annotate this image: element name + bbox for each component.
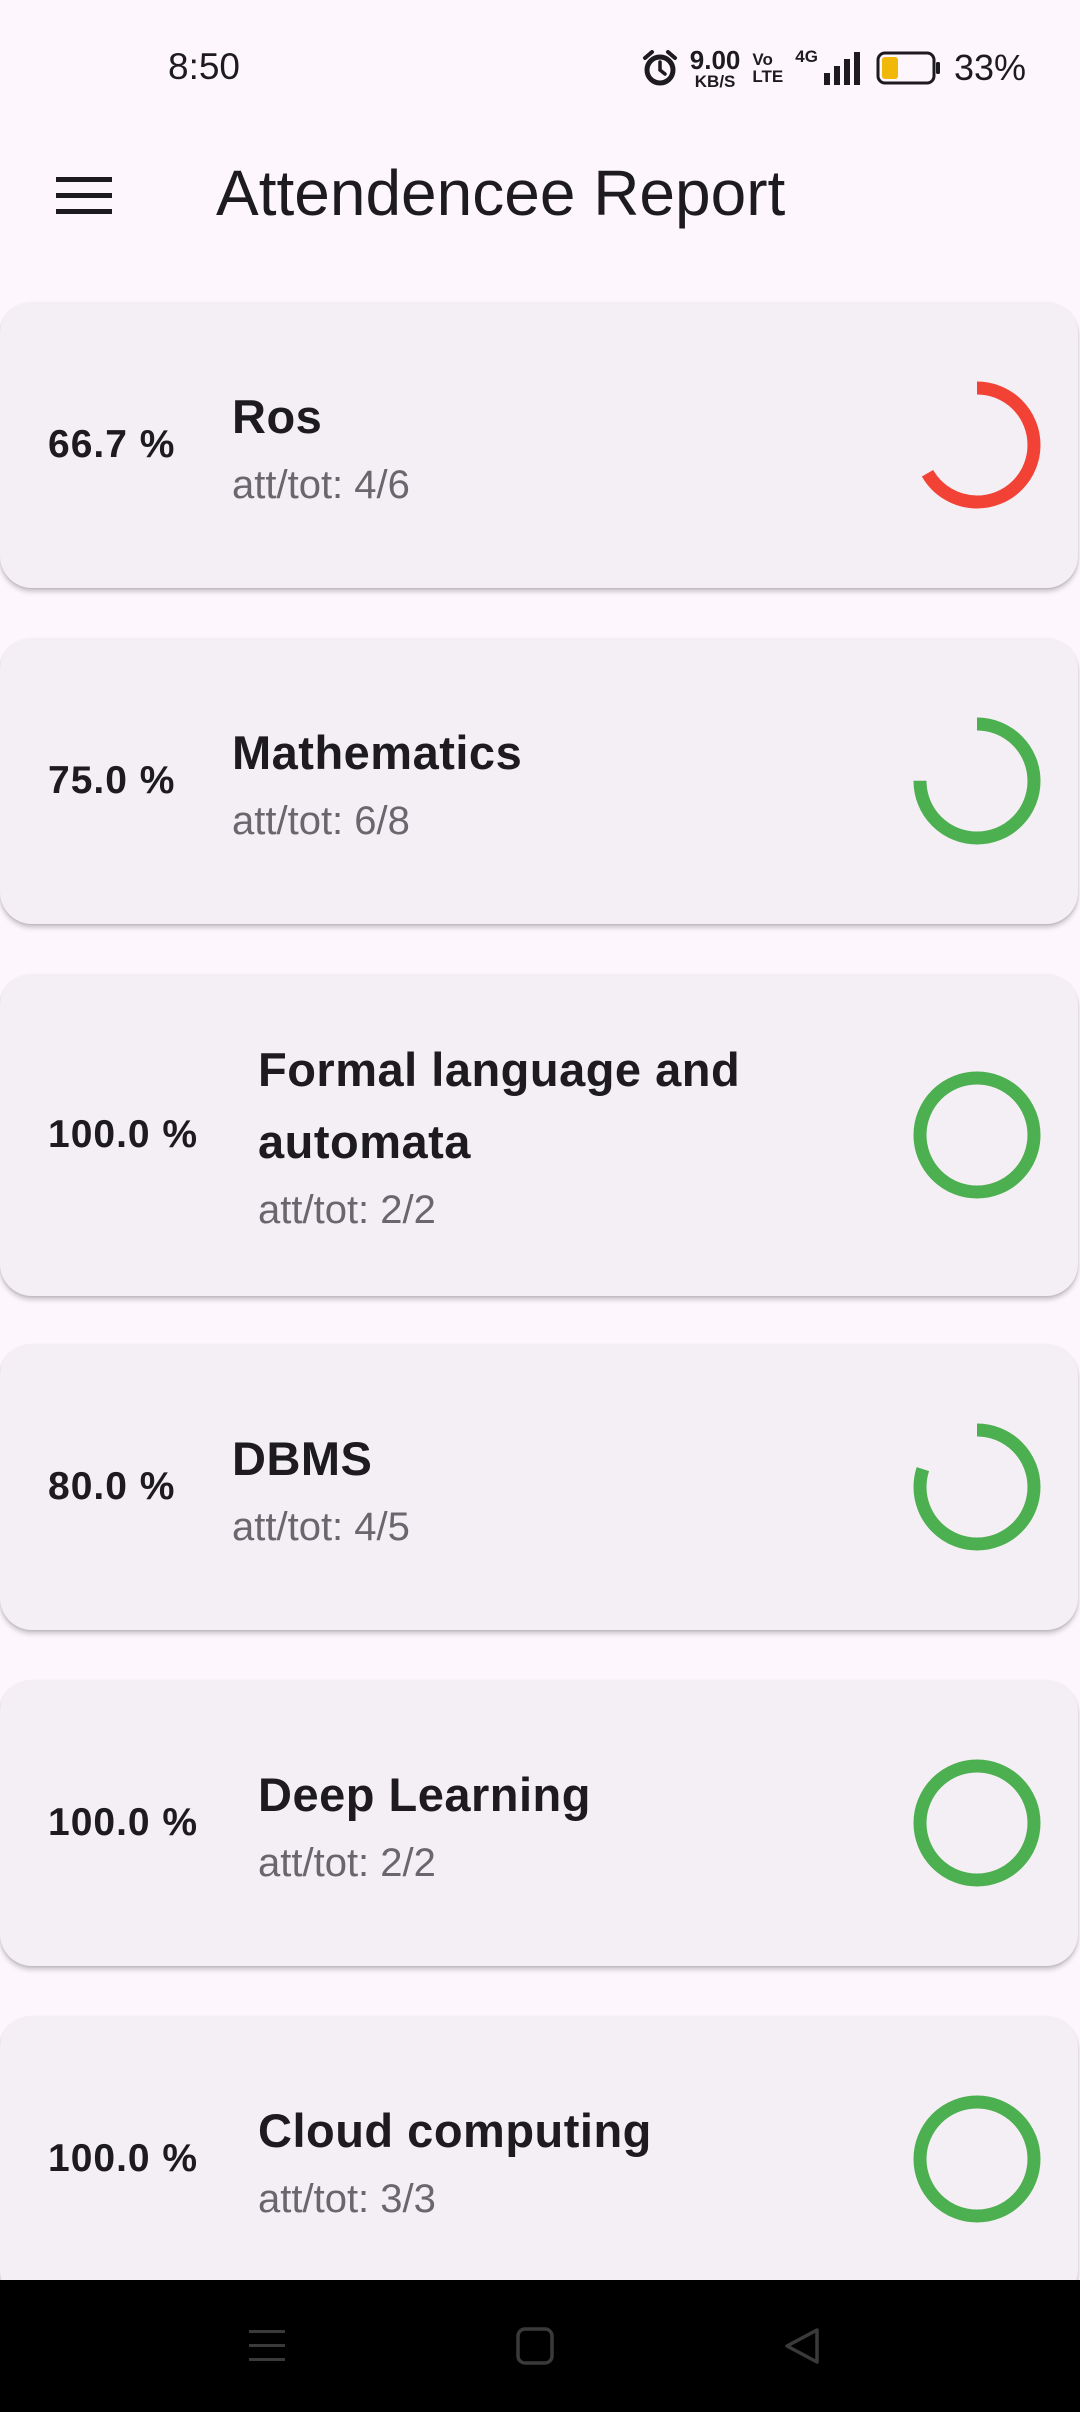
subject-name: Cloud computing — [258, 2104, 652, 2157]
attendance-percent: 100.0 % — [48, 1113, 199, 1156]
recents-button[interactable] — [217, 2310, 317, 2382]
subject-name: Formal language and automata — [258, 1043, 741, 1168]
attendance-ring-arc — [913, 2095, 1041, 2223]
attendance-ring-icon — [913, 2095, 1041, 2223]
attendance-card[interactable]: 100.0 % Deep Learning att/tot: 2/2 — [0, 1680, 1078, 1966]
battery-percent: 33% — [953, 47, 1026, 88]
recents-menu-icon — [249, 2330, 285, 2361]
attendance-ring-icon — [913, 1071, 1041, 1199]
attendance-percent: 80.0 % — [48, 1465, 176, 1508]
attendance-ring-icon — [913, 1759, 1041, 1887]
subject-info: Cloud computing att/tot: 3/3 — [258, 2095, 652, 2227]
volte-top: Vo — [752, 50, 773, 69]
attended-total: att/tot: 2/2 — [258, 1188, 436, 1232]
volte-icon: Vo LTE — [752, 51, 783, 85]
attendance-ring-icon — [913, 1423, 1041, 1551]
battery-fill — [881, 57, 898, 79]
subject-info: Ros att/tot: 4/6 — [232, 381, 410, 513]
attended-total: att/tot: 3/3 — [258, 2177, 436, 2221]
attendance-ring-arc — [913, 1759, 1041, 1887]
network-speed-unit: KB/S — [694, 71, 736, 91]
attendance-card[interactable]: 80.0 % DBMS att/tot: 4/5 — [0, 1344, 1078, 1630]
system-nav-bar — [0, 2280, 1080, 2412]
subject-info: Deep Learning att/tot: 2/2 — [258, 1759, 591, 1891]
volte-bottom: LTE — [752, 67, 784, 86]
attendance-percent: 100.0 % — [48, 2137, 199, 2180]
status-icons: 9.00 KB/S Vo LTE 4G 33% — [642, 40, 1026, 96]
signal-bars-icon — [823, 52, 860, 85]
attendance-card[interactable]: 75.0 % Mathematics att/tot: 6/8 — [0, 638, 1078, 924]
subject-name: Ros — [232, 390, 323, 443]
attendance-ring-arc — [913, 717, 1041, 845]
status-time: 8:50 — [168, 46, 241, 87]
menu-button[interactable] — [36, 155, 132, 235]
network-speed: 9.00 KB/S — [690, 47, 741, 90]
home-square-icon — [516, 2327, 554, 2365]
attendance-ring-arc — [913, 1071, 1041, 1199]
attendance-ring-icon — [913, 717, 1041, 845]
subject-info: DBMS att/tot: 4/5 — [232, 1423, 410, 1555]
attendance-percent: 100.0 % — [48, 1801, 199, 1844]
subject-name: Mathematics — [232, 726, 523, 779]
subject-info: Mathematics att/tot: 6/8 — [232, 717, 522, 849]
attended-total: att/tot: 6/8 — [232, 799, 410, 843]
back-button[interactable] — [752, 2310, 852, 2382]
subject-name: DBMS — [232, 1432, 373, 1485]
alarm-icon — [642, 50, 677, 86]
attendance-card[interactable]: 66.7 % Ros att/tot: 4/6 — [0, 302, 1078, 588]
app-bar: Attendencee Report — [0, 120, 1080, 270]
network-type: 4G — [795, 46, 818, 66]
attendance-ring-arc — [913, 1423, 1041, 1551]
subject-name: Deep Learning — [258, 1768, 591, 1821]
page-title: Attendencee Report — [216, 157, 786, 229]
network-speed-value: 9.00 — [689, 44, 741, 75]
home-button[interactable] — [485, 2310, 585, 2382]
status-bar: 8:50 9.00 KB/S Vo LTE 4G 33% — [0, 0, 1080, 120]
subject-info: Formal language and automata att/tot: 2/… — [258, 1034, 818, 1238]
attended-total: att/tot: 2/2 — [258, 1841, 436, 1885]
attended-total: att/tot: 4/5 — [232, 1505, 410, 1549]
attendance-percent: 75.0 % — [48, 759, 176, 802]
back-triangle-icon — [785, 2328, 819, 2364]
battery-icon — [876, 51, 940, 85]
attended-total: att/tot: 4/6 — [232, 463, 410, 507]
hamburger-menu-icon — [56, 177, 112, 214]
attendance-card[interactable]: 100.0 % Cloud computing att/tot: 3/3 — [0, 2016, 1078, 2302]
attendance-percent: 66.7 % — [48, 423, 176, 466]
attendance-ring-icon — [913, 381, 1041, 509]
attendance-card[interactable]: 100.0 % Formal language and automata att… — [0, 974, 1078, 1296]
attendance-ring-arc — [913, 381, 1041, 509]
